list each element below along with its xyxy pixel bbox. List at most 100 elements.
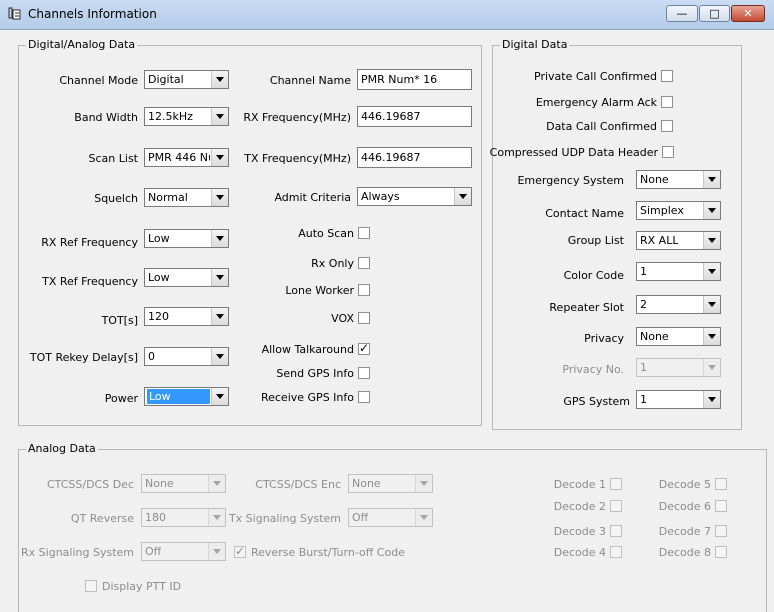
power-value: Low — [147, 389, 210, 404]
contact-name-select[interactable]: Simplex — [636, 201, 721, 220]
decode-4-checkbox — [610, 546, 622, 558]
emergency-alarm-ack-label: Emergency Alarm Ack — [535, 96, 657, 109]
privacy-select[interactable]: None — [636, 327, 721, 346]
group-list-select[interactable]: RX ALL — [636, 231, 721, 250]
chevron-down-icon — [211, 308, 228, 325]
ctcss-dcs-enc-value: None — [352, 477, 381, 490]
ctcss-dcs-enc-label: CTCSS/DCS Enc — [255, 478, 341, 491]
tot-select[interactable]: 120 — [144, 307, 229, 326]
decode-2-label: Decode 2 — [553, 500, 606, 513]
vox-label: VOX — [331, 312, 354, 325]
send-gps-info-checkbox[interactable] — [358, 367, 370, 379]
decode-8-label: Decode 8 — [658, 546, 711, 559]
tx-ref-frequency-value: Low — [148, 271, 170, 284]
compressed-udp-header-checkbox[interactable] — [662, 146, 674, 158]
repeater-slot-select[interactable]: 2 — [636, 295, 721, 314]
privacy-no-label: Privacy No. — [562, 363, 624, 376]
channel-mode-label: Channel Mode — [59, 74, 138, 87]
qt-reverse-label: QT Reverse — [70, 512, 134, 525]
decode-8-checkbox — [715, 546, 727, 558]
chevron-down-icon — [703, 202, 720, 219]
check-icon: ✓ — [235, 544, 246, 558]
channel-name-input[interactable]: PMR Num* 16 — [357, 69, 472, 90]
lone-worker-checkbox[interactable] — [358, 284, 370, 296]
title-bar: Channels Information — □ ✕ — [0, 0, 774, 30]
tot-rekey-delay-select[interactable]: 0 — [144, 347, 229, 366]
contact-name-label: Contact Name — [545, 207, 624, 220]
decode-3-label: Decode 3 — [553, 525, 606, 538]
emergency-system-select[interactable]: None — [636, 170, 721, 189]
decode-5-checkbox — [715, 478, 727, 490]
ctcss-dcs-dec-select: None — [141, 474, 226, 493]
ctcss-dcs-dec-value: None — [145, 477, 174, 490]
tx-ref-frequency-select[interactable]: Low — [144, 268, 229, 287]
receive-gps-info-checkbox[interactable] — [358, 391, 370, 403]
window-title: Channels Information — [28, 7, 157, 21]
ctcss-dcs-dec-label: CTCSS/DCS Dec — [46, 478, 134, 491]
tx-signaling-system-select: Off — [348, 508, 433, 527]
decode-7-label: Decode 7 — [658, 525, 711, 538]
gps-system-select[interactable]: 1 — [636, 390, 721, 409]
chevron-down-icon — [703, 263, 720, 280]
color-code-select[interactable]: 1 — [636, 262, 721, 281]
chevron-down-icon — [703, 296, 720, 313]
lone-worker-label: Lone Worker — [285, 284, 354, 297]
decode-5-label: Decode 5 — [658, 478, 711, 491]
maximize-button[interactable]: □ — [699, 5, 730, 22]
scan-list-select[interactable]: PMR 446 Nu — [144, 148, 229, 167]
private-call-confirmed-checkbox[interactable] — [661, 70, 673, 82]
chevron-down-icon — [703, 328, 720, 345]
band-width-value: 12.5kHz — [148, 110, 193, 123]
allow-talkaround-checkbox[interactable]: ✓ — [358, 341, 370, 355]
minimize-button[interactable]: — — [666, 5, 698, 22]
rx-only-label: Rx Only — [311, 257, 354, 270]
admit-criteria-select[interactable]: Always — [357, 187, 472, 206]
channel-app-icon — [8, 7, 21, 20]
band-width-select[interactable]: 12.5kHz — [144, 107, 229, 126]
qt-reverse-value: 180 — [145, 511, 166, 524]
emergency-system-label: Emergency System — [517, 174, 624, 187]
vox-checkbox[interactable] — [358, 312, 370, 324]
maximize-icon: □ — [709, 7, 720, 20]
emergency-alarm-ack-checkbox[interactable] — [661, 96, 673, 108]
data-call-confirmed-checkbox[interactable] — [661, 120, 673, 132]
chevron-down-icon — [208, 509, 225, 526]
chevron-down-icon — [211, 230, 228, 247]
chevron-down-icon — [211, 269, 228, 286]
chevron-down-icon — [211, 348, 228, 365]
channel-mode-select[interactable]: Digital — [144, 70, 229, 89]
band-width-label: Band Width — [74, 111, 138, 124]
repeater-slot-label: Repeater Slot — [549, 301, 624, 314]
ctcss-dcs-enc-select: None — [348, 474, 433, 493]
tx-signaling-system-value: Off — [352, 511, 369, 524]
rx-frequency-label: RX Frequency(MHz) — [243, 111, 351, 124]
scan-list-label: Scan List — [88, 152, 138, 165]
chevron-down-icon — [415, 509, 432, 526]
squelch-value: Normal — [148, 191, 188, 204]
tx-frequency-input[interactable]: 446.19687 — [357, 147, 472, 168]
privacy-label: Privacy — [584, 332, 624, 345]
chevron-down-icon — [211, 388, 228, 405]
rx-ref-frequency-select[interactable]: Low — [144, 229, 229, 248]
tot-rekey-delay-value: 0 — [148, 350, 155, 363]
squelch-select[interactable]: Normal — [144, 188, 229, 207]
power-select[interactable]: Low — [144, 387, 229, 406]
chevron-down-icon — [703, 359, 720, 376]
close-button[interactable]: ✕ — [731, 5, 765, 22]
color-code-value: 1 — [640, 265, 647, 278]
rx-ref-frequency-label: RX Ref Frequency — [41, 236, 138, 249]
privacy-value: None — [640, 330, 669, 343]
chevron-down-icon — [703, 232, 720, 249]
rx-only-checkbox[interactable] — [358, 257, 370, 269]
auto-scan-checkbox[interactable] — [358, 227, 370, 239]
display-ptt-id-checkbox — [85, 580, 97, 592]
chevron-down-icon — [703, 391, 720, 408]
rx-signaling-system-label: Rx Signaling System — [21, 546, 134, 559]
admit-criteria-label: Admit Criteria — [274, 191, 351, 204]
scan-list-value: PMR 446 Nu — [148, 151, 210, 164]
rx-frequency-input[interactable]: 446.19687 — [357, 106, 472, 127]
decode-6-checkbox — [715, 500, 727, 512]
chevron-down-icon — [208, 475, 225, 492]
tot-value: 120 — [148, 310, 169, 323]
emergency-system-value: None — [640, 173, 669, 186]
